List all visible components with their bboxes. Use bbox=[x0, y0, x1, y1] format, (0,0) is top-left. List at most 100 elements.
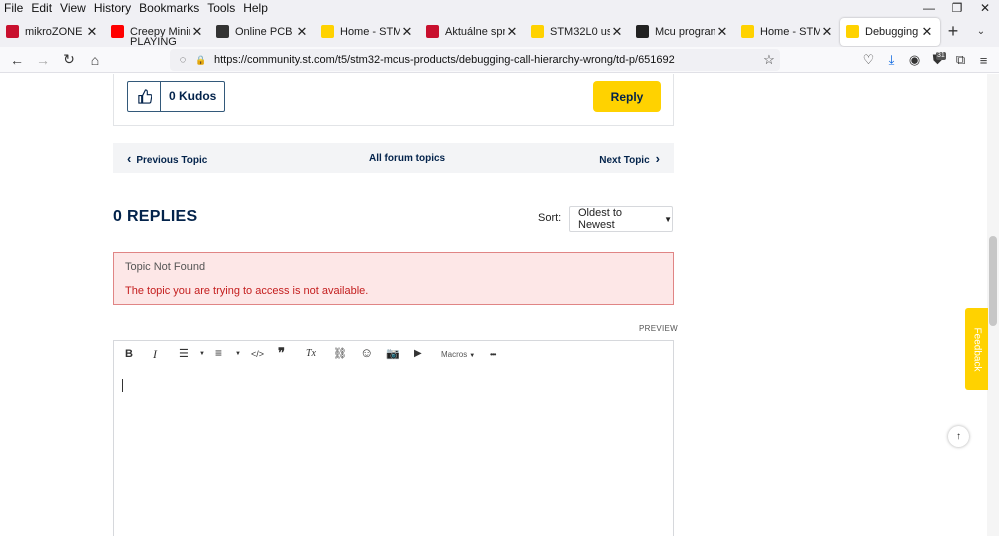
restore-button[interactable]: ❐ bbox=[943, 0, 971, 16]
account-icon[interactable]: ◉ bbox=[903, 52, 926, 68]
scroll-to-top-button[interactable]: ↑ bbox=[948, 426, 969, 447]
code-icon[interactable]: </> bbox=[251, 349, 264, 359]
previous-topic-label: Previous Topic bbox=[136, 154, 208, 166]
close-tab-icon[interactable]: ✕ bbox=[715, 24, 729, 40]
italic-button[interactable]: I bbox=[153, 347, 157, 362]
caret-down-icon: ▼ bbox=[664, 214, 672, 224]
menu-help[interactable]: Help bbox=[239, 0, 272, 16]
tab-5[interactable]: STM32L0 uses I2C t✕ bbox=[525, 18, 630, 46]
thumbs-up-icon[interactable] bbox=[128, 82, 161, 111]
bookmark-star-icon[interactable]: ☆ bbox=[758, 52, 780, 68]
post-footer: 0 Kudos Reply bbox=[113, 74, 674, 126]
navigation-toolbar: ← → ↻ ⌂ ◌ 🔒 https://community.st.com/t5/… bbox=[0, 47, 999, 73]
quote-icon[interactable]: ❞ bbox=[278, 345, 285, 361]
bullet-list-icon[interactable]: ☰ bbox=[179, 347, 189, 360]
extension-badge-icon[interactable]: ⛊ 31 bbox=[926, 52, 949, 68]
alert-message: The topic you are trying to access is no… bbox=[125, 285, 369, 297]
link-icon[interactable]: ⛓ bbox=[333, 347, 347, 360]
numbered-dropdown-icon[interactable]: ▼ bbox=[235, 351, 241, 357]
text-cursor[interactable] bbox=[122, 379, 123, 392]
more-options-icon[interactable]: ••• bbox=[490, 350, 496, 359]
previous-topic-link[interactable]: ‹ Previous Topic bbox=[127, 151, 207, 166]
toolbar-right: ♡ ⤓ ◉ ⛊ 31 ⧉ ≡ bbox=[857, 47, 995, 73]
tab-3[interactable]: Home - STMicroele✕ bbox=[315, 18, 420, 46]
extensions-icon[interactable]: ⧉ bbox=[949, 52, 972, 68]
arrow-up-icon: ↑ bbox=[956, 431, 961, 442]
home-button[interactable]: ⌂ bbox=[82, 52, 108, 68]
close-tab-icon[interactable]: ✕ bbox=[610, 24, 624, 40]
qr-icon bbox=[636, 25, 649, 38]
minimize-button[interactable]: — bbox=[915, 0, 943, 16]
feedback-label: Feedback bbox=[971, 327, 983, 371]
tab-title: mikroZONE bbox=[25, 25, 83, 38]
back-button[interactable]: ← bbox=[4, 52, 30, 68]
camera-icon[interactable]: 📷 bbox=[386, 347, 400, 360]
close-tab-icon[interactable]: ✕ bbox=[295, 24, 309, 40]
topic-navigation: ‹ Previous Topic All forum topics Next To… bbox=[113, 143, 674, 173]
tab-1[interactable]: Creepy Minimal TecPLAYING✕ bbox=[105, 18, 210, 46]
tab-title: Online PCB Viewer | bbox=[235, 25, 295, 38]
tab-4[interactable]: Aktuálne správy zo✕ bbox=[420, 18, 525, 46]
menu-view[interactable]: View bbox=[56, 0, 90, 16]
reload-button[interactable]: ↻ bbox=[56, 51, 82, 68]
tab-title: Mcu programming bbox=[655, 25, 715, 38]
numbered-list-icon[interactable]: ≡ bbox=[215, 346, 222, 360]
bullet-dropdown-icon[interactable]: ▼ bbox=[199, 351, 205, 357]
forward-button[interactable]: → bbox=[30, 52, 56, 68]
kudos-button[interactable]: 0 Kudos bbox=[127, 81, 226, 112]
all-forum-topics-link[interactable]: All forum topics bbox=[369, 153, 445, 164]
sort-label: Sort: bbox=[538, 212, 562, 224]
menu-edit[interactable]: Edit bbox=[27, 0, 56, 16]
replies-heading: 0 REPLIES bbox=[113, 208, 198, 225]
emoji-icon[interactable]: ☺ bbox=[360, 345, 373, 360]
menu-file[interactable]: File bbox=[0, 0, 27, 16]
sort-value: Oldest to Newest bbox=[578, 207, 623, 231]
tab-list-icon[interactable]: ⌄ bbox=[966, 26, 996, 37]
tab-7[interactable]: Home - STMicroele✕ bbox=[735, 18, 840, 46]
close-tab-icon[interactable]: ✕ bbox=[920, 24, 934, 40]
page-content: 0 Kudos Reply ‹ Previous Topic All forum … bbox=[0, 74, 987, 536]
feedback-tab[interactable]: Feedback bbox=[965, 308, 988, 390]
menu-bookmarks[interactable]: Bookmarks bbox=[135, 0, 203, 16]
macros-dropdown[interactable]: Macros ▼ bbox=[441, 350, 475, 359]
bold-button[interactable]: B bbox=[125, 348, 133, 360]
kudos-count[interactable]: 0 Kudos bbox=[161, 82, 224, 111]
tab-title: Aktuálne správy zo bbox=[445, 25, 505, 38]
tab-6[interactable]: Mcu programming✕ bbox=[630, 18, 735, 46]
close-window-button[interactable]: ✕ bbox=[971, 0, 999, 16]
macros-label: Macros bbox=[441, 350, 468, 359]
macros-caret-icon: ▼ bbox=[469, 353, 476, 359]
close-tab-icon[interactable]: ✕ bbox=[820, 24, 834, 40]
menu-history[interactable]: History bbox=[90, 0, 135, 16]
extension-badge-count: 31 bbox=[936, 52, 946, 60]
menu-tools[interactable]: Tools bbox=[203, 0, 239, 16]
new-tab-button[interactable]: + bbox=[940, 21, 966, 42]
tab-strip: mikroZONE✕Creepy Minimal TecPLAYING✕Onli… bbox=[0, 16, 999, 47]
browser-window: File Edit View History Bookmarks Tools H… bbox=[0, 0, 999, 536]
next-topic-link[interactable]: Next Topic › bbox=[599, 151, 660, 166]
tracking-shield-icon[interactable]: ◌ bbox=[174, 54, 192, 66]
aktuality-icon bbox=[426, 25, 439, 38]
tab-8[interactable]: Debugging call hie✕ bbox=[840, 17, 940, 46]
chevron-left-icon: ‹ bbox=[127, 150, 132, 166]
url-bar[interactable]: ◌ 🔒 https://community.st.com/t5/stm32-mc… bbox=[170, 49, 780, 71]
preview-link[interactable]: PREVIEW bbox=[639, 324, 678, 333]
download-icon[interactable]: ⤓ bbox=[880, 52, 903, 68]
close-tab-icon[interactable]: ✕ bbox=[505, 24, 519, 40]
reply-editor: B I ☰ ▼ ≡ ▼ </> ❞ Tx ⛓ ☺ 📷 ▶ Macros ▼ ••• bbox=[113, 340, 674, 536]
clear-format-icon[interactable]: Tx bbox=[306, 348, 316, 359]
video-icon[interactable]: ▶ bbox=[414, 348, 422, 359]
lock-icon[interactable]: 🔒 bbox=[192, 55, 210, 66]
tab-2[interactable]: Online PCB Viewer |✕ bbox=[210, 18, 315, 46]
close-tab-icon[interactable]: ✕ bbox=[190, 24, 204, 40]
scrollbar-thumb[interactable] bbox=[989, 236, 997, 326]
tab-0[interactable]: mikroZONE ✕ bbox=[0, 18, 105, 46]
app-menu-icon[interactable]: ≡ bbox=[972, 53, 995, 68]
tab-title: Debugging call hie bbox=[865, 25, 920, 38]
pocket-icon[interactable]: ♡ bbox=[857, 52, 880, 68]
reply-button[interactable]: Reply bbox=[593, 81, 661, 112]
url-text[interactable]: https://community.st.com/t5/stm32-mcus-p… bbox=[214, 54, 758, 66]
close-tab-icon[interactable]: ✕ bbox=[85, 24, 99, 40]
close-tab-icon[interactable]: ✕ bbox=[400, 24, 414, 40]
sort-dropdown[interactable]: Oldest to Newest ▼ bbox=[569, 206, 673, 232]
